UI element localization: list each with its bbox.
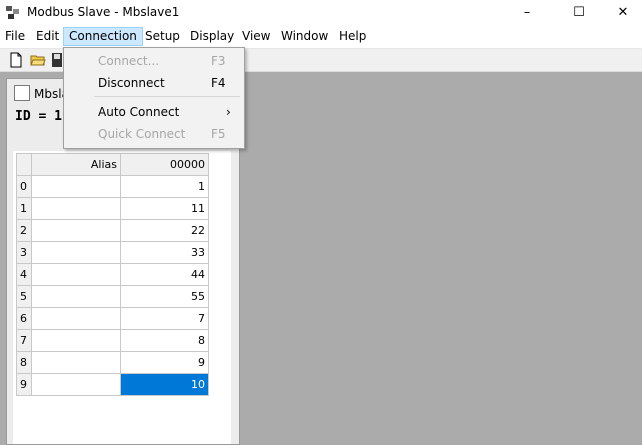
row-index: 1 (16, 197, 32, 220)
maximize-button[interactable]: ☐ (556, 0, 602, 26)
minimize-button[interactable]: – (504, 0, 550, 26)
menu-item-auto-connect[interactable]: Auto Connect › (64, 102, 244, 122)
connect-label: Connect... (98, 54, 160, 68)
menu-setup[interactable]: Setup (140, 28, 185, 45)
alias-cell[interactable] (31, 373, 121, 396)
row-index: 0 (16, 175, 32, 198)
menu-item-quick-connect: Quick Connect F5 (64, 124, 244, 144)
menu-edit[interactable]: Edit (31, 28, 64, 45)
new-file-icon[interactable] (8, 52, 24, 68)
save-icon[interactable] (52, 52, 62, 68)
row-index: 4 (16, 263, 32, 286)
alias-column-header[interactable]: Alias (31, 153, 121, 176)
disconnect-shortcut: F4 (211, 76, 226, 90)
alias-cell[interactable] (31, 307, 121, 330)
table-row[interactable]: 01 (16, 175, 209, 198)
table-row[interactable]: 89 (16, 351, 209, 374)
value-cell[interactable]: 22 (120, 219, 209, 242)
menu-view[interactable]: View (237, 28, 275, 45)
register-table: Alias 00000 0 1 1 11 2 22 3 33 4 44 5 55 6 7 7 8 8 9 9 10 (16, 153, 209, 396)
alias-cell[interactable] (31, 241, 121, 264)
value-cell[interactable]: 7 (120, 307, 209, 330)
table-row[interactable]: 78 (16, 329, 209, 352)
disconnect-label: Disconnect (98, 76, 165, 90)
alias-cell[interactable] (31, 351, 121, 374)
row-index: 5 (16, 285, 32, 308)
value-cell[interactable]: 10 (120, 373, 209, 396)
child-window-icon (14, 85, 30, 101)
row-index: 3 (16, 241, 32, 264)
alias-cell[interactable] (31, 263, 121, 286)
register-table-body: 0 1 1 11 2 22 3 33 4 44 5 55 6 7 7 8 8 9 9 10 (16, 175, 209, 396)
value-cell[interactable]: 44 (120, 263, 209, 286)
menu-separator (94, 96, 240, 97)
row-index: 7 (16, 329, 32, 352)
alias-cell[interactable] (31, 219, 121, 242)
menu-item-connect: Connect... F3 (64, 51, 244, 71)
close-button[interactable]: ✕ (600, 0, 642, 26)
table-row[interactable]: 1 11 (16, 197, 209, 220)
menu-file[interactable]: File (0, 28, 30, 45)
row-index: 9 (16, 373, 32, 396)
value-cell[interactable]: 33 (120, 241, 209, 264)
menu-help[interactable]: Help (334, 28, 371, 45)
menu-bar: File Edit Connection Setup Display View … (0, 26, 642, 49)
alias-cell[interactable] (31, 197, 121, 220)
open-folder-icon[interactable] (30, 52, 46, 68)
register-grid-area: Alias 00000 0 1 1 11 2 22 3 33 4 44 5 55 6 7 7 8 8 9 9 10 (13, 151, 231, 444)
value-cell[interactable]: 55 (120, 285, 209, 308)
connect-shortcut: F3 (211, 54, 226, 68)
table-row[interactable]: 9 10 (16, 373, 209, 396)
modbus-app-icon (6, 6, 19, 19)
menu-display[interactable]: Display (185, 28, 239, 45)
menu-connection[interactable]: Connection (63, 27, 143, 46)
row-index: 6 (16, 307, 32, 330)
grid-corner (16, 153, 32, 176)
row-index: 8 (16, 351, 32, 374)
alias-cell[interactable] (31, 329, 121, 352)
quick-connect-label: Quick Connect (98, 127, 186, 141)
value-cell[interactable]: 8 (120, 329, 209, 352)
value-cell[interactable]: 9 (120, 351, 209, 374)
alias-cell[interactable] (31, 175, 121, 198)
menu-window[interactable]: Window (276, 28, 333, 45)
table-row[interactable]: 5 55 (16, 285, 209, 308)
alias-cell[interactable] (31, 285, 121, 308)
title-bar: Modbus Slave - Mbslave1 – ☐ ✕ (0, 0, 642, 26)
quick-connect-shortcut: F5 (211, 127, 226, 141)
table-row[interactable]: 67 (16, 307, 209, 330)
menu-item-disconnect[interactable]: Disconnect F4 (64, 73, 244, 93)
address-column-header[interactable]: 00000 (120, 153, 209, 176)
table-row[interactable]: 3 33 (16, 241, 209, 264)
submenu-arrow-icon: › (226, 105, 231, 119)
table-row[interactable]: 4 44 (16, 263, 209, 286)
table-row[interactable]: 2 22 (16, 219, 209, 242)
auto-connect-label: Auto Connect (98, 105, 180, 119)
value-cell[interactable]: 11 (120, 197, 209, 220)
value-cell[interactable]: 1 (120, 175, 209, 198)
connection-dropdown-menu: Connect... F3 Disconnect F4 Auto Connect… (63, 47, 245, 149)
row-index: 2 (16, 219, 32, 242)
window-title: Modbus Slave - Mbslave1 (27, 5, 180, 19)
